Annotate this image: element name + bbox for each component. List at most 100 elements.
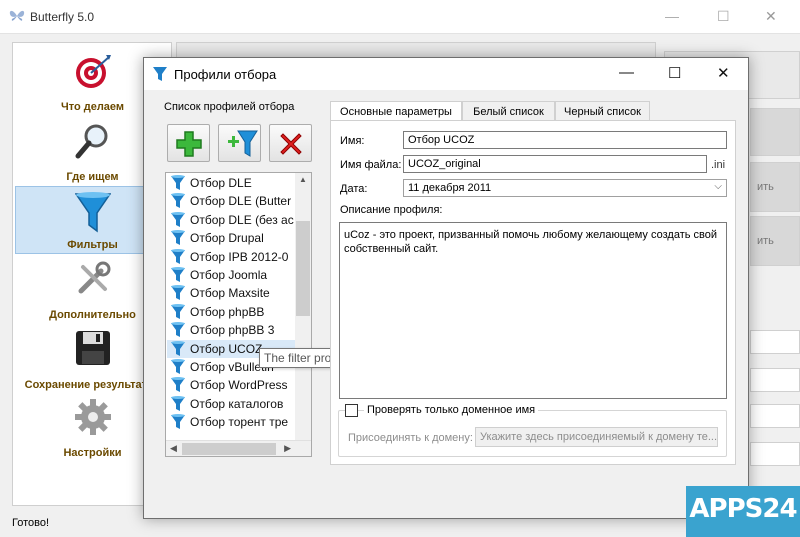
status-text: Готово! bbox=[12, 517, 50, 529]
target-icon bbox=[75, 55, 111, 88]
main-right-field-4 bbox=[750, 442, 800, 466]
profile-list-item-label: Отбор UCOZ bbox=[190, 341, 263, 356]
tab-blacklist[interactable]: Черный список bbox=[555, 101, 650, 121]
funnel-icon bbox=[171, 248, 185, 264]
horizontal-scroll-thumb[interactable] bbox=[182, 443, 276, 455]
profile-list-item[interactable]: Отбор DLE (без ас bbox=[167, 211, 295, 229]
description-label: Описание профиля: bbox=[340, 204, 443, 216]
funnel-icon bbox=[171, 359, 185, 374]
file-name-label: Имя файла: bbox=[340, 159, 402, 171]
funnel-icon bbox=[153, 67, 167, 81]
funnel-icon bbox=[171, 230, 185, 246]
dialog-close-button[interactable]: ✕ bbox=[717, 64, 730, 82]
profile-list[interactable]: Отбор DLE Отбор DLE (Butter Отбор DLE (без… bbox=[165, 172, 312, 457]
vertical-scroll-thumb[interactable] bbox=[296, 221, 310, 316]
name-field[interactable]: Отбор UCOZ bbox=[403, 131, 727, 149]
profile-list-item[interactable]: Отбор phpBB 3 bbox=[167, 321, 295, 339]
floppy-disk-icon bbox=[75, 331, 110, 365]
main-right-button-1-label: ить bbox=[757, 181, 774, 193]
dialog-title: Профили отбора bbox=[174, 67, 277, 82]
name-label: Имя: bbox=[340, 135, 365, 147]
funnel-icon bbox=[171, 175, 185, 190]
add-profile-button[interactable] bbox=[167, 124, 210, 162]
main-window-title: Butterfly 5.0 bbox=[30, 10, 95, 24]
funnel-icon bbox=[171, 414, 185, 430]
scroll-right-icon[interactable]: ▶ bbox=[284, 443, 291, 454]
main-maximize-button[interactable]: ☐ bbox=[717, 8, 730, 25]
profile-list-item-label: Отбор Maxsite bbox=[190, 286, 270, 301]
scroll-left-icon[interactable]: ◀ bbox=[170, 443, 177, 454]
horizontal-scrollbar[interactable]: ◀ ▶ bbox=[166, 440, 311, 456]
main-right-button-1[interactable]: ить bbox=[750, 162, 800, 212]
date-label: Дата: bbox=[340, 183, 368, 195]
dialog-title-bar: Профили отбора — ☐ ✕ bbox=[144, 58, 748, 90]
file-extension-label: .ini bbox=[711, 159, 726, 171]
funnel-icon bbox=[171, 322, 185, 338]
main-right-button-2[interactable]: ить bbox=[750, 216, 800, 266]
profile-list-item[interactable]: Отбор Drupal bbox=[167, 229, 295, 247]
funnel-icon bbox=[171, 285, 185, 301]
profile-list-item-label: Отбор Joomla bbox=[190, 268, 268, 282]
join-domain-label: Присоединять к домену: bbox=[348, 432, 473, 444]
tab-whitelist[interactable]: Белый список bbox=[462, 101, 555, 121]
watermark: APPS24 bbox=[686, 486, 800, 537]
delete-profile-button[interactable] bbox=[269, 124, 312, 162]
plus-icon bbox=[176, 131, 202, 157]
tab-main-params[interactable]: Основные параметры bbox=[330, 101, 462, 122]
profile-list-item-label: Отбор phpBB bbox=[190, 304, 265, 319]
chevron-down-icon[interactable]: ⌵ bbox=[714, 181, 722, 192]
funnel-icon bbox=[171, 211, 185, 227]
vertical-scrollbar[interactable]: ▲ bbox=[295, 173, 311, 442]
domain-only-checkbox[interactable] bbox=[345, 404, 358, 417]
description-textarea[interactable]: uCoz - это проект, призванный помочь люб… bbox=[339, 222, 727, 399]
main-right-field-1 bbox=[750, 330, 800, 354]
profile-list-label: Список профилей отбора bbox=[164, 101, 295, 113]
profile-list-item-label: Отбор торент тре bbox=[190, 415, 289, 430]
funnel-icon bbox=[171, 377, 185, 393]
profile-list-item[interactable]: Отбор WordPress bbox=[167, 376, 295, 394]
profile-list-item[interactable]: Отбор phpBB bbox=[167, 303, 295, 321]
funnel-icon bbox=[171, 303, 185, 319]
file-name-field[interactable]: UCOZ_original bbox=[403, 155, 707, 173]
join-domain-input: Укажите здесь присоединяемый к домену те… bbox=[475, 427, 718, 447]
funnel-icon bbox=[74, 192, 111, 233]
funnel-icon bbox=[171, 193, 185, 209]
magnifier-icon bbox=[75, 124, 107, 159]
profile-list-item[interactable]: Отбор DLE bbox=[167, 174, 295, 192]
profile-list-item-label: Отбор DLE bbox=[190, 176, 252, 190]
profile-list-item-label: Отбор DLE (Butter bbox=[190, 194, 292, 209]
profile-list-item[interactable]: Отбор Joomla bbox=[167, 266, 295, 284]
scroll-up-icon[interactable]: ▲ bbox=[299, 175, 307, 184]
gear-icon bbox=[74, 399, 111, 435]
profiles-dialog: Профили отбора — ☐ ✕ Список профилей отб… bbox=[143, 57, 749, 519]
dialog-minimize-button[interactable]: — bbox=[619, 64, 634, 81]
dialog-maximize-button[interactable]: ☐ bbox=[668, 64, 681, 82]
add-filter-profile-button[interactable] bbox=[218, 124, 261, 162]
funnel-icon bbox=[171, 340, 185, 356]
main-right-field-2 bbox=[750, 368, 800, 392]
date-picker[interactable]: 11 декабря 2011 ⌵ bbox=[403, 179, 727, 197]
add-funnel-icon bbox=[228, 130, 258, 157]
profile-list-item-label: Отбор IPB 2012-0 bbox=[190, 249, 289, 264]
main-right-panel-2 bbox=[750, 108, 800, 156]
domain-only-label: Проверять только доменное имя bbox=[364, 404, 539, 416]
profile-list-item[interactable]: Отбор каталогов bbox=[167, 395, 295, 413]
profile-list-item-label: Отбор phpBB 3 bbox=[190, 323, 275, 338]
main-minimize-button[interactable]: — bbox=[665, 8, 679, 24]
butterfly-icon bbox=[9, 10, 25, 21]
profile-list-item[interactable]: Отбор DLE (Butter bbox=[167, 192, 295, 210]
main-title-bar: Butterfly 5.0 — ☐ ✕ bbox=[0, 0, 800, 34]
main-close-button[interactable]: ✕ bbox=[765, 8, 777, 25]
profile-list-item-label: Отбор каталогов bbox=[190, 396, 284, 411]
profile-list-item-label: Отбор DLE (без ас bbox=[190, 212, 294, 227]
profile-list-item[interactable]: Отбор торент тре bbox=[167, 413, 295, 431]
profile-list-item[interactable]: Отбор IPB 2012-0 bbox=[167, 248, 295, 266]
date-value: 11 декабря 2011 bbox=[408, 182, 492, 194]
profile-list-item-label: Отбор WordPress bbox=[190, 378, 288, 393]
funnel-icon bbox=[171, 267, 185, 282]
tools-icon bbox=[78, 261, 110, 294]
red-x-icon bbox=[280, 133, 302, 155]
main-right-button-2-label: ить bbox=[757, 235, 774, 247]
main-right-field-3 bbox=[750, 404, 800, 428]
profile-list-item[interactable]: Отбор Maxsite bbox=[167, 284, 295, 302]
